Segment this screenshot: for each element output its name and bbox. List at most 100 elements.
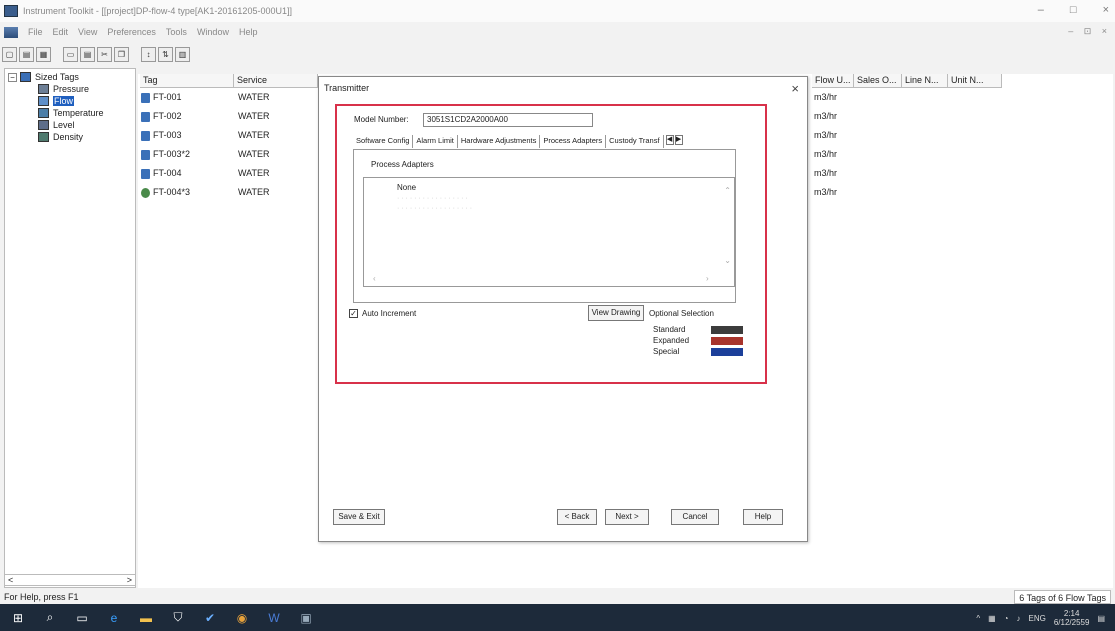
folder-icon xyxy=(20,72,31,82)
col-header-line-number[interactable]: Line N... xyxy=(902,74,948,88)
col-header-tag[interactable]: Tag xyxy=(140,74,234,88)
doc-icon xyxy=(4,26,18,38)
scroll-down-arrow[interactable]: ⌄ xyxy=(724,256,731,265)
col-header-sales-order[interactable]: Sales O... xyxy=(854,74,902,88)
scroll-right-arrow[interactable]: › xyxy=(706,274,709,283)
filter-icon[interactable]: ⇅ xyxy=(158,46,173,62)
scroll-up-arrow[interactable]: ⌃ xyxy=(724,186,731,195)
mdi-controls[interactable]: – ⊡ × xyxy=(1068,26,1111,37)
auto-increment-option[interactable]: ✓ Auto Increment xyxy=(349,309,416,318)
file-explorer-icon[interactable]: ▬ xyxy=(132,607,160,629)
task-view-icon[interactable]: ▭ xyxy=(68,607,96,629)
scroll-left-arrow[interactable]: < xyxy=(8,575,13,585)
language-indicator[interactable]: ENG xyxy=(1029,614,1046,623)
legend-standard: Standard xyxy=(653,325,686,334)
tab-next-icon[interactable]: ▶ xyxy=(674,135,683,145)
report-icon[interactable]: ▤ xyxy=(80,46,95,62)
volume-icon[interactable]: ♪ xyxy=(1017,614,1021,623)
menu-view[interactable]: View xyxy=(78,27,97,37)
tree-item-pressure[interactable]: Pressure xyxy=(8,83,132,95)
collapse-icon[interactable]: − xyxy=(8,72,17,82)
new-icon[interactable]: ▢ xyxy=(2,46,17,62)
flow-units-cell: m3/hr xyxy=(814,130,838,140)
instrument-toolkit-icon[interactable]: ▣ xyxy=(292,607,320,629)
scroll-right-arrow[interactable]: > xyxy=(127,575,132,585)
app-check-icon[interactable]: ✔ xyxy=(196,607,224,629)
chevron-up-icon[interactable]: ^ xyxy=(976,614,980,623)
col-header-flow-units[interactable]: Flow U... xyxy=(812,74,854,88)
status-help-text: For Help, press F1 xyxy=(4,592,79,602)
save-exit-button[interactable]: Save & Exit xyxy=(333,509,385,525)
grid-icon[interactable]: ▥ xyxy=(175,46,190,62)
menu-help[interactable]: Help xyxy=(239,27,258,37)
view-drawing-button[interactable]: View Drawing xyxy=(588,305,644,321)
tree-root[interactable]: − Sized Tags xyxy=(8,71,132,83)
menu-edit[interactable]: Edit xyxy=(53,27,69,37)
model-number-field[interactable]: 3051S1CD2A2000A00 xyxy=(423,113,593,127)
tab-hardware-adjustments[interactable]: Hardware Adjustments xyxy=(458,135,541,148)
open-icon[interactable]: ▤ xyxy=(19,46,34,62)
table-row[interactable]: FT-004*3 xyxy=(141,187,190,198)
process-adapters-list[interactable]: None · · · · · · · · · · · · · · · · · ·… xyxy=(363,177,735,287)
table-row[interactable]: FT-004 xyxy=(141,168,182,179)
notifications-icon[interactable]: ▤ xyxy=(1097,614,1105,623)
next-button[interactable]: Next > xyxy=(605,509,649,525)
auto-increment-checkbox[interactable]: ✓ xyxy=(349,309,358,318)
close-button[interactable]: × xyxy=(1103,4,1109,16)
tag-count-status: 6 Tags of 6 Flow Tags xyxy=(1014,590,1111,604)
flow-icon xyxy=(38,96,49,106)
menu-file[interactable]: File xyxy=(28,27,43,37)
cancel-button[interactable]: Cancel xyxy=(671,509,719,525)
wifi-icon[interactable]: ◔ xyxy=(1004,614,1009,623)
transmitter-icon xyxy=(141,130,150,141)
tab-custody-transfer[interactable]: Custody Transf xyxy=(606,135,664,148)
sort-icon[interactable]: ↕ xyxy=(141,46,156,62)
tree-item-flow[interactable]: Flow xyxy=(8,95,132,107)
maximize-button[interactable]: □ xyxy=(1070,4,1077,16)
scroll-left-arrow[interactable]: ‹ xyxy=(373,274,376,283)
store-icon[interactable]: ⛉ xyxy=(164,607,192,629)
help-button[interactable]: Help xyxy=(743,509,783,525)
clock[interactable]: 2:14 6/12/2559 xyxy=(1054,609,1090,627)
network-icon[interactable]: ▦ xyxy=(988,614,996,623)
table-row[interactable]: FT-003 xyxy=(141,130,182,141)
search-icon[interactable]: ⌕ xyxy=(36,607,64,629)
tag-icon-button[interactable]: ▭ xyxy=(63,46,78,62)
windows-start-icon[interactable]: ⊞ xyxy=(4,607,32,629)
tree-item-temperature[interactable]: Temperature xyxy=(8,107,132,119)
chrome-icon[interactable]: ◉ xyxy=(228,607,256,629)
temperature-icon xyxy=(38,108,49,118)
menu-window[interactable]: Window xyxy=(197,27,229,37)
dialog-close-icon[interactable]: × xyxy=(791,81,799,96)
tab-process-adapters[interactable]: Process Adapters xyxy=(540,135,607,148)
tag-tree: − Sized Tags Pressure Flow Temperature L… xyxy=(4,68,136,588)
menu-preferences[interactable]: Preferences xyxy=(107,27,156,37)
table-row[interactable]: FT-001 xyxy=(141,92,182,103)
list-item[interactable]: None xyxy=(397,183,416,192)
transmitter-icon xyxy=(141,187,150,198)
table-row[interactable]: FT-002 xyxy=(141,111,182,122)
transmitter-icon xyxy=(141,168,150,179)
pressure-icon xyxy=(38,84,49,94)
menu-bar: File Edit View Preferences Tools Window … xyxy=(0,24,1115,40)
back-button[interactable]: < Back xyxy=(557,509,597,525)
print-icon[interactable]: ▦ xyxy=(36,46,51,62)
tab-software-config[interactable]: Software Config xyxy=(353,135,414,148)
word-icon[interactable]: W xyxy=(260,607,288,629)
edge-icon[interactable]: e xyxy=(100,607,128,629)
menu-tools[interactable]: Tools xyxy=(166,27,187,37)
service-cell: WATER xyxy=(238,92,270,102)
table-row[interactable]: FT-003*2 xyxy=(141,149,190,160)
col-header-unit-number[interactable]: Unit N... xyxy=(948,74,1002,88)
service-cell: WATER xyxy=(238,149,270,159)
cut-icon[interactable]: ✂ xyxy=(97,46,112,62)
tab-alarm-limit[interactable]: Alarm Limit xyxy=(413,135,458,148)
tree-item-level[interactable]: Level xyxy=(8,119,132,131)
minimize-button[interactable]: – xyxy=(1038,4,1044,16)
model-number-label: Model Number: xyxy=(354,115,409,124)
copy-icon[interactable]: ❐ xyxy=(114,46,129,62)
col-header-service[interactable]: Service xyxy=(234,74,318,88)
tab-prev-icon[interactable]: ◀ xyxy=(665,135,674,145)
tree-scrollbar[interactable]: < > xyxy=(4,574,136,586)
tree-item-density[interactable]: Density xyxy=(8,131,132,143)
